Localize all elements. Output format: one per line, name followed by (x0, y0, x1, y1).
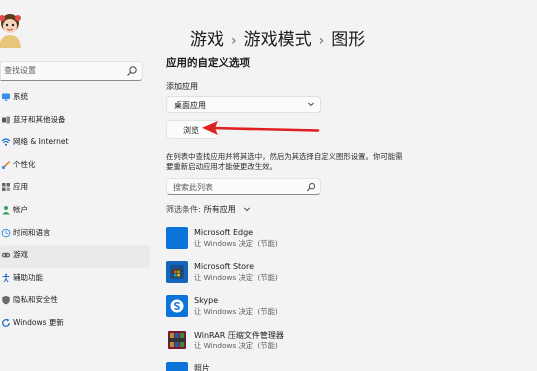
app-list-item[interactable]: Microsoft Store 让 Windows 决定 (节能) (166, 261, 436, 287)
sidebar-item-system[interactable]: 系统 (0, 87, 150, 110)
settings-window: 查找设置 系统 蓝牙和其他设备 网络 & Internet 个性化 应用 帐户 … (0, 0, 537, 371)
windows-update-icon (2, 318, 10, 327)
app-name: 照片 (194, 364, 210, 371)
sidebar-item-bluetooth[interactable]: 蓝牙和其他设备 (0, 110, 150, 133)
breadcrumb-separator: › (231, 33, 237, 49)
brush-icon (1, 160, 11, 169)
section-title: 应用的自定义选项 (166, 57, 250, 69)
globe-clock-icon (1, 228, 11, 237)
breadcrumb-game-mode[interactable]: 游戏模式 (244, 30, 312, 50)
person-icon (2, 205, 10, 215)
sidebar: 查找设置 系统 蓝牙和其他设备 网络 & Internet 个性化 应用 帐户 … (0, 0, 152, 371)
monitor-icon (2, 93, 10, 101)
sidebar-item-label: 系统 (13, 92, 28, 101)
app-name: Microsoft Edge (194, 228, 254, 237)
sidebar-item-privacy[interactable]: 隐私和安全性 (0, 290, 150, 313)
accessibility-icon (2, 273, 10, 283)
app-name: Skype (194, 296, 219, 305)
annotation-arrow (202, 121, 320, 135)
app-type-dropdown[interactable]: 桌面应用 (166, 96, 321, 113)
sidebar-item-network[interactable]: 网络 & Internet (0, 132, 150, 155)
photos-icon (166, 362, 188, 371)
sidebar-item-label: 帐户 (13, 204, 28, 214)
app-list-item[interactable]: Skype 让 Windows 决定 (节能) (166, 295, 436, 321)
sidebar-item-label: 应用 (13, 182, 28, 192)
list-search-placeholder: 搜索此列表 (173, 183, 213, 192)
apps-icon (2, 183, 10, 192)
search-icon (306, 183, 316, 192)
sidebar-item-label: 蓝牙和其他设备 (13, 114, 66, 124)
sidebar-item-personalization[interactable]: 个性化 (0, 155, 150, 178)
gamepad-icon (1, 252, 11, 258)
browse-button-label: 浏览 (183, 126, 199, 135)
sidebar-item-gaming[interactable]: 游戏 (0, 245, 150, 268)
filter-dropdown[interactable]: 筛选条件: 所有应用 (166, 204, 251, 215)
sidebar-item-label: 游戏 (13, 250, 28, 260)
sidebar-item-accessibility[interactable]: 辅助功能 (0, 268, 150, 291)
winrar-icon (166, 329, 188, 351)
app-graphics-preference: 让 Windows 决定 (节能) (194, 307, 278, 316)
breadcrumb-separator: › (318, 33, 325, 49)
bluetooth-icon (2, 116, 10, 124)
avatar[interactable] (0, 10, 26, 48)
store-icon (166, 261, 188, 283)
app-type-value: 桌面应用 (174, 101, 206, 110)
description-line: 在列表中查找应用并将其选中，然后为其选择自定义图形设置。你可能需 (166, 152, 403, 161)
sidebar-nav: 系统 蓝牙和其他设备 网络 & Internet 个性化 应用 帐户 时间和语言… (0, 87, 152, 336)
breadcrumb-gaming[interactable]: 游戏 (190, 30, 224, 50)
sidebar-item-label: 隐私和安全性 (13, 295, 58, 305)
app-graphics-preference: 让 Windows 决定 (节能) (194, 273, 278, 282)
skype-icon (166, 295, 188, 317)
sidebar-item-windows-update[interactable]: Windows 更新 (0, 313, 150, 336)
sidebar-item-accounts[interactable]: 帐户 (0, 200, 150, 223)
edge-icon (166, 227, 188, 249)
sidebar-item-label: 时间和语言 (13, 227, 51, 237)
app-name: WinRAR 压缩文件管理器 (194, 331, 284, 340)
app-list-item[interactable]: WinRAR 压缩文件管理器 让 Windows 决定 (节能) (166, 329, 436, 355)
sidebar-item-apps[interactable]: 应用 (0, 177, 150, 200)
filter-value: 所有应用 (203, 205, 236, 214)
settings-search-input[interactable]: 查找设置 (0, 61, 143, 81)
sidebar-item-label: 个性化 (13, 159, 36, 169)
app-list-item[interactable]: Microsoft Edge 让 Windows 决定 (节能) (166, 227, 436, 253)
list-search-input[interactable]: 搜索此列表 (166, 178, 321, 195)
description-text: 在列表中查找应用并将其选中，然后为其选择自定义图形设置。你可能需 要重新启动应用… (166, 152, 428, 172)
sidebar-item-time-language[interactable]: 时间和语言 (0, 223, 150, 246)
add-app-label: 添加应用 (166, 82, 198, 91)
chevron-down-icon (244, 207, 251, 212)
app-name: Microsoft Store (194, 262, 255, 271)
shield-icon (2, 296, 10, 305)
network-icon (1, 138, 11, 146)
settings-search-placeholder: 查找设置 (4, 66, 36, 75)
chevron-down-icon (308, 102, 314, 107)
filter-label: 筛选条件: (166, 205, 201, 214)
sidebar-item-label: Windows 更新 (13, 317, 64, 327)
sidebar-item-label: 辅助功能 (13, 272, 43, 282)
app-graphics-preference: 让 Windows 决定 (节能) (194, 341, 278, 350)
sidebar-item-label: 网络 & Internet (13, 137, 69, 147)
search-icon (127, 66, 137, 76)
breadcrumb: 游戏 › 游戏模式 › 图形 (190, 25, 365, 50)
breadcrumb-graphics: 图形 (331, 30, 366, 50)
app-list-item[interactable]: 照片 (166, 362, 436, 371)
description-line: 要重新启动应用才能使更改生效。 (166, 162, 277, 171)
app-graphics-preference: 让 Windows 决定 (节能) (194, 239, 278, 248)
